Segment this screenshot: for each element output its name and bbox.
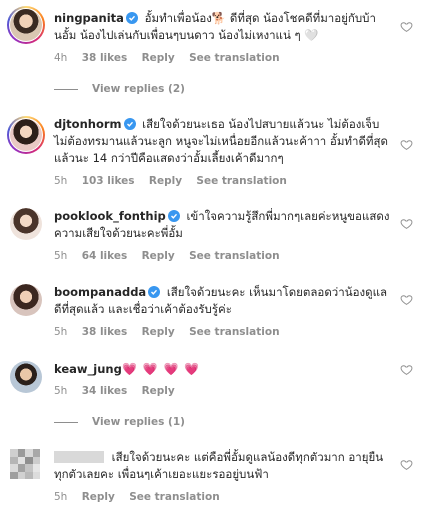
timestamp: 5h	[54, 491, 68, 503]
reply-button[interactable]: Reply	[142, 385, 175, 397]
comment-meta: 5h 38 likes Reply See translation	[54, 326, 291, 338]
timestamp: 4h	[54, 52, 68, 64]
verified-badge-icon	[123, 118, 136, 130]
heart-icon[interactable]	[400, 217, 413, 230]
see-translation-button[interactable]: See translation	[129, 491, 219, 503]
comment-text: boompanadda เสียใจด้วยนะคะ เห็นมาโดยตลอด…	[54, 284, 392, 318]
see-translation-button[interactable]: See translation	[189, 326, 279, 338]
see-translation-button[interactable]: See translation	[196, 175, 286, 187]
comment-meta: 5h Reply See translation	[54, 491, 231, 503]
heart-icon[interactable]	[400, 458, 413, 471]
username[interactable]: ningpanita	[54, 11, 124, 25]
username[interactable]: keaw_jung	[54, 362, 122, 376]
view-replies-button[interactable]: View replies (1)	[54, 416, 185, 428]
heart-icon[interactable]	[400, 138, 413, 151]
avatar[interactable]	[10, 449, 40, 479]
reply-button[interactable]: Reply	[82, 491, 115, 503]
redacted-username	[54, 451, 104, 463]
comment-body: 💗 💗 💗 💗	[122, 362, 201, 376]
see-translation-button[interactable]: See translation	[189, 250, 279, 262]
reply-button[interactable]: Reply	[142, 52, 175, 64]
comment-meta: 4h 38 likes Reply See translation	[54, 52, 291, 64]
avatar[interactable]	[10, 208, 42, 240]
comment-text: pooklook_fonthip เข้าใจความรู้สึกพี่มากๆ…	[54, 208, 392, 242]
reply-button[interactable]: Reply	[142, 250, 175, 262]
username[interactable]: boompanadda	[54, 285, 146, 299]
view-replies-button[interactable]: View replies (2)	[54, 83, 185, 95]
likes-count[interactable]: 64 likes	[82, 250, 128, 262]
comment-text: ningpanita อั้มทำเพื่อน้อง🐕 ดีที่สุด น้อ…	[54, 10, 392, 44]
likes-count[interactable]: 103 likes	[82, 175, 135, 187]
timestamp: 5h	[54, 250, 68, 262]
timestamp: 5h	[54, 385, 68, 397]
heart-icon[interactable]	[400, 363, 413, 376]
comment-text: เสียใจด้วยนะคะ แต่คือพี่อั้มดูแลน้องดีทุ…	[54, 449, 392, 483]
timestamp: 5h	[54, 326, 68, 338]
likes-count[interactable]: 38 likes	[82, 52, 128, 64]
verified-badge-icon	[148, 286, 161, 298]
username[interactable]: pooklook_fonthip	[54, 209, 166, 223]
comment-meta: 5h 34 likes Reply	[54, 385, 186, 397]
reply-button[interactable]: Reply	[149, 175, 182, 187]
avatar[interactable]	[10, 9, 42, 41]
heart-icon[interactable]	[400, 293, 413, 306]
likes-count[interactable]: 38 likes	[82, 326, 128, 338]
likes-count[interactable]: 34 likes	[82, 385, 128, 397]
see-translation-button[interactable]: See translation	[189, 52, 279, 64]
comment-meta: 5h 64 likes Reply See translation	[54, 250, 291, 262]
verified-badge-icon	[167, 210, 180, 222]
comment-text: djtonhorm เสียใจด้วยนะเธอ น้องไปสบายแล้ว…	[54, 116, 392, 167]
avatar[interactable]	[10, 284, 42, 316]
avatar[interactable]	[10, 361, 42, 393]
comment-meta: 5h 103 likes Reply See translation	[54, 175, 298, 187]
heart-icon[interactable]	[400, 20, 413, 33]
username[interactable]: djtonhorm	[54, 117, 122, 131]
timestamp: 5h	[54, 175, 68, 187]
avatar[interactable]	[10, 119, 42, 151]
reply-button[interactable]: Reply	[142, 326, 175, 338]
verified-badge-icon	[125, 12, 138, 24]
